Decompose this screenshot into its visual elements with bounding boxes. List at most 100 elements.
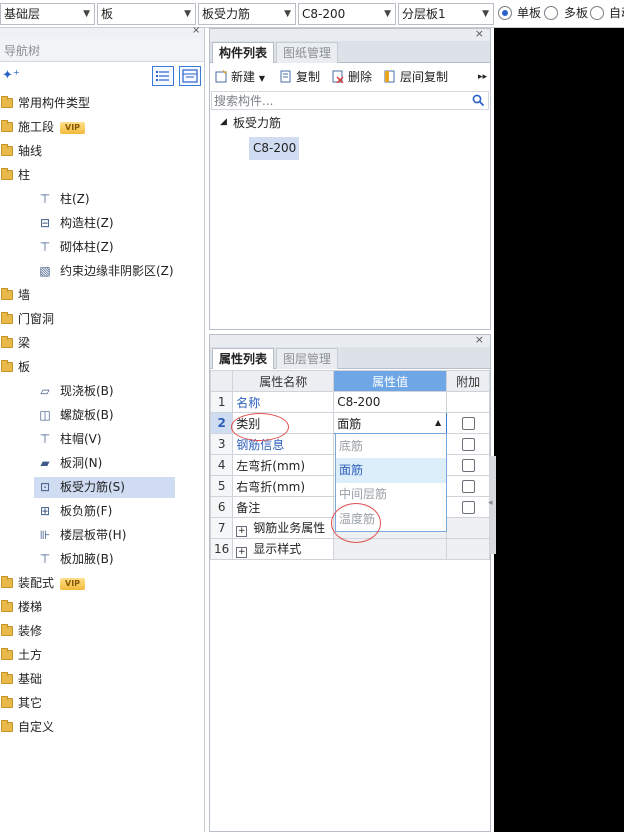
sparkle-icon[interactable]: ✦⁺ [2, 68, 20, 83]
component-type-icon: ⊤ [39, 552, 51, 566]
grid-view-button[interactable] [179, 66, 201, 86]
chevron-left-icon[interactable]: ◂ [488, 498, 493, 508]
extra-cell [446, 475, 490, 497]
tab-property-list[interactable]: 属性列表 [212, 348, 275, 369]
type-select-value: 板 [101, 7, 114, 21]
tree-group[interactable]: 梁 [0, 332, 30, 354]
extra-checkbox[interactable] [461, 438, 475, 451]
tree-label: 约束边缘非阴影区(Z) [60, 264, 174, 278]
close-icon[interactable]: × [475, 333, 484, 346]
tree-group[interactable]: 板 [0, 356, 30, 378]
tree-item[interactable]: ⊤ 柱(Z) [38, 188, 90, 210]
close-icon[interactable]: × [192, 25, 200, 36]
copy-button[interactable]: 复制 [280, 69, 320, 85]
spec-select[interactable]: C8-200 ▼ [298, 3, 396, 25]
delete-button[interactable]: 删除 [332, 69, 372, 85]
tree-group[interactable]: 其它 [0, 692, 42, 714]
caret-down-icon[interactable]: ◢ [220, 117, 227, 127]
layer-select[interactable]: 分层板1 ▼ [398, 3, 494, 25]
tree-item[interactable]: ▧ 约束边缘非阴影区(Z) [38, 260, 174, 282]
tree-item[interactable]: ⊤ 板加腋(B) [38, 548, 114, 570]
tree-item[interactable]: ⊤ 柱帽(V) [38, 428, 102, 450]
chevron-down-icon: ▼ [482, 9, 489, 19]
nav-header-strip: × [0, 25, 204, 38]
tree-item[interactable]: ▱ 现浇板(B) [38, 380, 113, 402]
extra-checkbox[interactable] [461, 417, 475, 430]
tree-label: 螺旋板(B) [60, 408, 114, 422]
tree-group[interactable]: 墙 [0, 284, 30, 306]
tree-group[interactable]: 基础 [0, 668, 42, 690]
component-type-icon: ▰ [40, 456, 50, 470]
tree-item[interactable]: ◫ 螺旋板(B) [38, 404, 114, 426]
expand-icon[interactable]: + [236, 526, 248, 537]
tree-group[interactable]: 柱 [0, 164, 30, 186]
tree-item[interactable]: ⊟ 构造柱(Z) [38, 212, 114, 234]
tree-item[interactable]: ⊪ 楼层板带(H) [38, 524, 127, 546]
floor-copy-button[interactable]: 层间复制 [384, 69, 448, 85]
component-list-panel: × 构件列表 图纸管理 新建 ▼ 复制 删除 层间复制 ▸▸ ◢ 板受力筋 C8… [209, 27, 491, 330]
radio-multi-label: 多板 [564, 6, 589, 20]
tree-item[interactable]: ⊡ 板受力筋(S) [38, 476, 125, 498]
more-tools-icon[interactable]: ▸▸ [478, 69, 487, 85]
folder-icon [1, 144, 13, 156]
folder-icon [1, 600, 13, 612]
tab-layer-manage[interactable]: 图层管理 [276, 348, 339, 369]
table-row[interactable]: 1 名称 C8-200 [209, 391, 490, 413]
row-number: 2 [209, 412, 234, 434]
tree-group[interactable]: 装修 [0, 620, 42, 642]
folder-icon [1, 624, 13, 636]
chevron-down-icon: ▼ [83, 9, 90, 19]
list-view-button[interactable] [152, 66, 174, 86]
tree-group[interactable]: 门窗洞 [0, 308, 54, 330]
tab-component-list[interactable]: 构件列表 [212, 42, 275, 63]
dropdown-option[interactable]: 底筋 [336, 434, 446, 459]
radio-auto[interactable] [590, 6, 604, 20]
tree-group[interactable]: 楼梯 [0, 596, 42, 618]
search-input[interactable] [212, 92, 462, 109]
tree-group[interactable]: 常用构件类型 [0, 92, 90, 114]
extra-cell [446, 496, 490, 518]
category-select[interactable]: 面筋 ▲ [333, 412, 448, 434]
expand-icon[interactable]: + [236, 547, 248, 558]
component-type-icon: ⊞ [39, 504, 51, 518]
top-toolbar: 基础层▼ 板▼ 板受力筋▼ C8-200▼ 分层板1▼ 单板 多板 自动 [0, 0, 624, 28]
tree-label: 施工段 [18, 120, 55, 134]
dropdown-option-selected[interactable]: 面筋 [336, 458, 446, 483]
component-tree-item[interactable]: C8-200 [249, 137, 299, 160]
vip-badge: VIP [60, 577, 86, 590]
component-type-icon: ⊤ [39, 192, 51, 206]
search-icon[interactable] [472, 94, 485, 107]
folder-icon [1, 720, 13, 732]
chevron-down-icon: ▼ [184, 9, 191, 19]
close-icon[interactable]: × [475, 27, 484, 40]
extra-checkbox[interactable] [461, 501, 475, 514]
property-value[interactable]: C8-200 [333, 391, 448, 413]
component-type-icon: ⊪ [39, 528, 51, 542]
tree-item[interactable]: ⊞ 板负筋(F) [38, 500, 112, 522]
tree-group[interactable]: 土方 [0, 644, 42, 666]
radio-single[interactable] [498, 6, 512, 20]
tree-group[interactable]: 施工段 VIP [0, 116, 86, 138]
chevron-down-icon: ▼ [258, 74, 265, 83]
component-tree-root[interactable]: 板受力筋 [233, 115, 281, 131]
nav-titlebar: 导航树 [0, 38, 204, 62]
tree-item[interactable]: ⊤ 砌体柱(Z) [38, 236, 114, 258]
list-icon [156, 71, 169, 81]
tab-drawing-manage[interactable]: 图纸管理 [276, 42, 339, 63]
new-button[interactable]: 新建 ▼ [215, 69, 265, 87]
component-type-icon: ▱ [40, 384, 50, 398]
type-select[interactable]: 板 ▼ [97, 3, 196, 25]
tree-label: 门窗洞 [18, 312, 55, 326]
tree-label: 楼梯 [18, 600, 43, 614]
tree-group[interactable]: 轴线 [0, 140, 42, 162]
extra-checkbox[interactable] [461, 459, 475, 472]
extra-checkbox[interactable] [461, 480, 475, 493]
floor-select[interactable]: 基础层 ▼ [0, 3, 95, 25]
radio-auto-label: 自动 [609, 6, 624, 20]
tree-group[interactable]: 装配式 VIP [0, 572, 86, 594]
tree-group[interactable]: 自定义 [0, 716, 54, 738]
radio-multi[interactable] [544, 6, 558, 20]
tree-item[interactable]: ▰ 板洞(N) [38, 452, 102, 474]
tree-label: 板负筋(F) [60, 504, 113, 518]
subtype-select[interactable]: 板受力筋 ▼ [198, 3, 296, 25]
